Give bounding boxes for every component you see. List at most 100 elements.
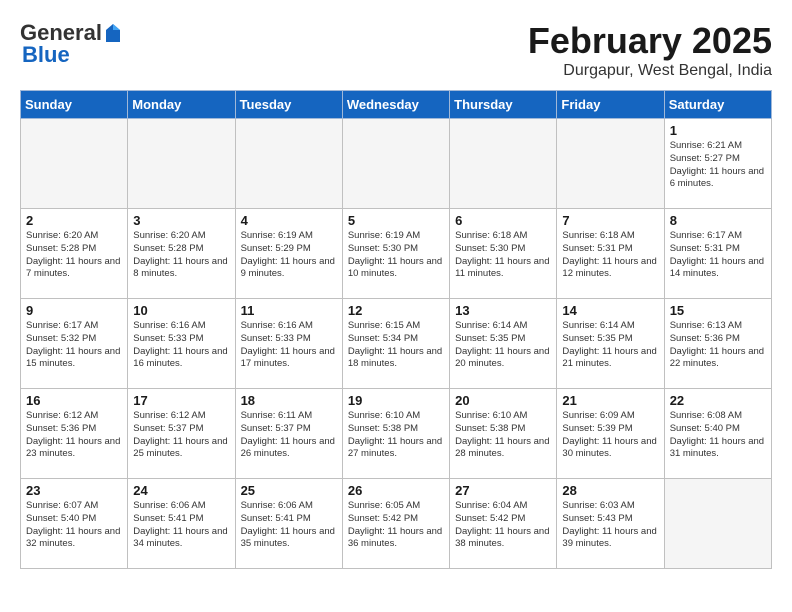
day-number: 25 <box>241 483 337 498</box>
calendar-cell <box>342 119 449 209</box>
page-header: General Blue February 2025 Durgapur, Wes… <box>20 20 772 80</box>
day-number: 10 <box>133 303 229 318</box>
cell-content: Sunrise: 6:13 AM Sunset: 5:36 PM Dayligh… <box>670 320 766 371</box>
calendar-cell: 28 Sunrise: 6:03 AM Sunset: 5:43 PM Dayli… <box>557 479 664 569</box>
day-number: 20 <box>455 393 551 408</box>
logo-icon <box>104 22 122 44</box>
col-header-monday: Monday <box>128 91 235 119</box>
calendar-cell: 18 Sunrise: 6:11 AM Sunset: 5:37 PM Dayli… <box>235 389 342 479</box>
cell-content: Sunrise: 6:08 AM Sunset: 5:40 PM Dayligh… <box>670 410 766 461</box>
col-header-tuesday: Tuesday <box>235 91 342 119</box>
day-number: 13 <box>455 303 551 318</box>
day-number: 11 <box>241 303 337 318</box>
location-title: Durgapur, West Bengal, India <box>528 62 772 80</box>
calendar-cell: 16 Sunrise: 6:12 AM Sunset: 5:36 PM Dayli… <box>21 389 128 479</box>
day-number: 24 <box>133 483 229 498</box>
cell-content: Sunrise: 6:07 AM Sunset: 5:40 PM Dayligh… <box>26 500 122 551</box>
cell-content: Sunrise: 6:20 AM Sunset: 5:28 PM Dayligh… <box>26 230 122 281</box>
col-header-friday: Friday <box>557 91 664 119</box>
week-row-1: 2Sunrise: 6:20 AM Sunset: 5:28 PM Daylig… <box>21 209 772 299</box>
cell-content: Sunrise: 6:10 AM Sunset: 5:38 PM Dayligh… <box>455 410 551 461</box>
cell-content: Sunrise: 6:14 AM Sunset: 5:35 PM Dayligh… <box>455 320 551 371</box>
day-number: 18 <box>241 393 337 408</box>
cell-content: Sunrise: 6:04 AM Sunset: 5:42 PM Dayligh… <box>455 500 551 551</box>
cell-content: Sunrise: 6:03 AM Sunset: 5:43 PM Dayligh… <box>562 500 658 551</box>
calendar-cell: 6Sunrise: 6:18 AM Sunset: 5:30 PM Daylig… <box>450 209 557 299</box>
day-number: 9 <box>26 303 122 318</box>
calendar-table: SundayMondayTuesdayWednesdayThursdayFrid… <box>20 90 772 569</box>
calendar-cell: 24 Sunrise: 6:06 AM Sunset: 5:41 PM Dayli… <box>128 479 235 569</box>
day-number: 4 <box>241 213 337 228</box>
cell-content: Sunrise: 6:06 AM Sunset: 5:41 PM Dayligh… <box>241 500 337 551</box>
cell-content: Sunrise: 6:15 AM Sunset: 5:34 PM Dayligh… <box>348 320 444 371</box>
calendar-cell: 9 Sunrise: 6:17 AM Sunset: 5:32 PM Daylig… <box>21 299 128 389</box>
day-number: 3 <box>133 213 229 228</box>
day-number: 5 <box>348 213 444 228</box>
day-number: 27 <box>455 483 551 498</box>
cell-content: Sunrise: 6:16 AM Sunset: 5:33 PM Dayligh… <box>241 320 337 371</box>
week-row-0: 1Sunrise: 6:21 AM Sunset: 5:27 PM Daylig… <box>21 119 772 209</box>
day-number: 23 <box>26 483 122 498</box>
day-number: 17 <box>133 393 229 408</box>
col-header-thursday: Thursday <box>450 91 557 119</box>
calendar-cell: 13 Sunrise: 6:14 AM Sunset: 5:35 PM Dayli… <box>450 299 557 389</box>
day-number: 22 <box>670 393 766 408</box>
calendar-cell: 14 Sunrise: 6:14 AM Sunset: 5:35 PM Dayli… <box>557 299 664 389</box>
cell-content: Sunrise: 6:17 AM Sunset: 5:32 PM Dayligh… <box>26 320 122 371</box>
cell-content: Sunrise: 6:12 AM Sunset: 5:37 PM Dayligh… <box>133 410 229 461</box>
day-number: 7 <box>562 213 658 228</box>
calendar-cell: 2Sunrise: 6:20 AM Sunset: 5:28 PM Daylig… <box>21 209 128 299</box>
calendar-cell: 19 Sunrise: 6:10 AM Sunset: 5:38 PM Dayli… <box>342 389 449 479</box>
cell-content: Sunrise: 6:19 AM Sunset: 5:30 PM Dayligh… <box>348 230 444 281</box>
calendar-cell: 27 Sunrise: 6:04 AM Sunset: 5:42 PM Dayli… <box>450 479 557 569</box>
col-header-sunday: Sunday <box>21 91 128 119</box>
cell-content: Sunrise: 6:20 AM Sunset: 5:28 PM Dayligh… <box>133 230 229 281</box>
cell-content: Sunrise: 6:09 AM Sunset: 5:39 PM Dayligh… <box>562 410 658 461</box>
cell-content: Sunrise: 6:05 AM Sunset: 5:42 PM Dayligh… <box>348 500 444 551</box>
calendar-header-row: SundayMondayTuesdayWednesdayThursdayFrid… <box>21 91 772 119</box>
calendar-cell: 4 Sunrise: 6:19 AM Sunset: 5:29 PM Daylig… <box>235 209 342 299</box>
calendar-cell <box>235 119 342 209</box>
calendar-cell: 11 Sunrise: 6:16 AM Sunset: 5:33 PM Dayli… <box>235 299 342 389</box>
day-number: 28 <box>562 483 658 498</box>
calendar-cell <box>128 119 235 209</box>
calendar-cell: 25 Sunrise: 6:06 AM Sunset: 5:41 PM Dayli… <box>235 479 342 569</box>
calendar-cell: 5 Sunrise: 6:19 AM Sunset: 5:30 PM Daylig… <box>342 209 449 299</box>
calendar-cell: 21Sunrise: 6:09 AM Sunset: 5:39 PM Dayli… <box>557 389 664 479</box>
month-title: February 2025 <box>528 20 772 62</box>
cell-content: Sunrise: 6:14 AM Sunset: 5:35 PM Dayligh… <box>562 320 658 371</box>
day-number: 14 <box>562 303 658 318</box>
title-area: February 2025 Durgapur, West Bengal, Ind… <box>528 20 772 80</box>
cell-content: Sunrise: 6:06 AM Sunset: 5:41 PM Dayligh… <box>133 500 229 551</box>
cell-content: Sunrise: 6:17 AM Sunset: 5:31 PM Dayligh… <box>670 230 766 281</box>
col-header-wednesday: Wednesday <box>342 91 449 119</box>
calendar-cell: 8 Sunrise: 6:17 AM Sunset: 5:31 PM Daylig… <box>664 209 771 299</box>
calendar-cell: 1Sunrise: 6:21 AM Sunset: 5:27 PM Daylig… <box>664 119 771 209</box>
cell-content: Sunrise: 6:19 AM Sunset: 5:29 PM Dayligh… <box>241 230 337 281</box>
calendar-cell: 17 Sunrise: 6:12 AM Sunset: 5:37 PM Dayli… <box>128 389 235 479</box>
logo-blue-text: Blue <box>22 42 70 68</box>
day-number: 26 <box>348 483 444 498</box>
cell-content: Sunrise: 6:10 AM Sunset: 5:38 PM Dayligh… <box>348 410 444 461</box>
cell-content: Sunrise: 6:12 AM Sunset: 5:36 PM Dayligh… <box>26 410 122 461</box>
week-row-3: 16 Sunrise: 6:12 AM Sunset: 5:36 PM Dayli… <box>21 389 772 479</box>
day-number: 19 <box>348 393 444 408</box>
calendar-cell: 10 Sunrise: 6:16 AM Sunset: 5:33 PM Dayli… <box>128 299 235 389</box>
calendar-cell: 12 Sunrise: 6:15 AM Sunset: 5:34 PM Dayli… <box>342 299 449 389</box>
day-number: 8 <box>670 213 766 228</box>
col-header-saturday: Saturday <box>664 91 771 119</box>
day-number: 6 <box>455 213 551 228</box>
cell-content: Sunrise: 6:11 AM Sunset: 5:37 PM Dayligh… <box>241 410 337 461</box>
cell-content: Sunrise: 6:16 AM Sunset: 5:33 PM Dayligh… <box>133 320 229 371</box>
calendar-cell: 15Sunrise: 6:13 AM Sunset: 5:36 PM Dayli… <box>664 299 771 389</box>
calendar-cell: 3 Sunrise: 6:20 AM Sunset: 5:28 PM Daylig… <box>128 209 235 299</box>
calendar-cell: 26 Sunrise: 6:05 AM Sunset: 5:42 PM Dayli… <box>342 479 449 569</box>
day-number: 1 <box>670 123 766 138</box>
calendar-cell <box>557 119 664 209</box>
day-number: 16 <box>26 393 122 408</box>
week-row-2: 9 Sunrise: 6:17 AM Sunset: 5:32 PM Daylig… <box>21 299 772 389</box>
calendar-cell: 22 Sunrise: 6:08 AM Sunset: 5:40 PM Dayli… <box>664 389 771 479</box>
calendar-cell <box>664 479 771 569</box>
calendar-cell: 20 Sunrise: 6:10 AM Sunset: 5:38 PM Dayli… <box>450 389 557 479</box>
day-number: 12 <box>348 303 444 318</box>
